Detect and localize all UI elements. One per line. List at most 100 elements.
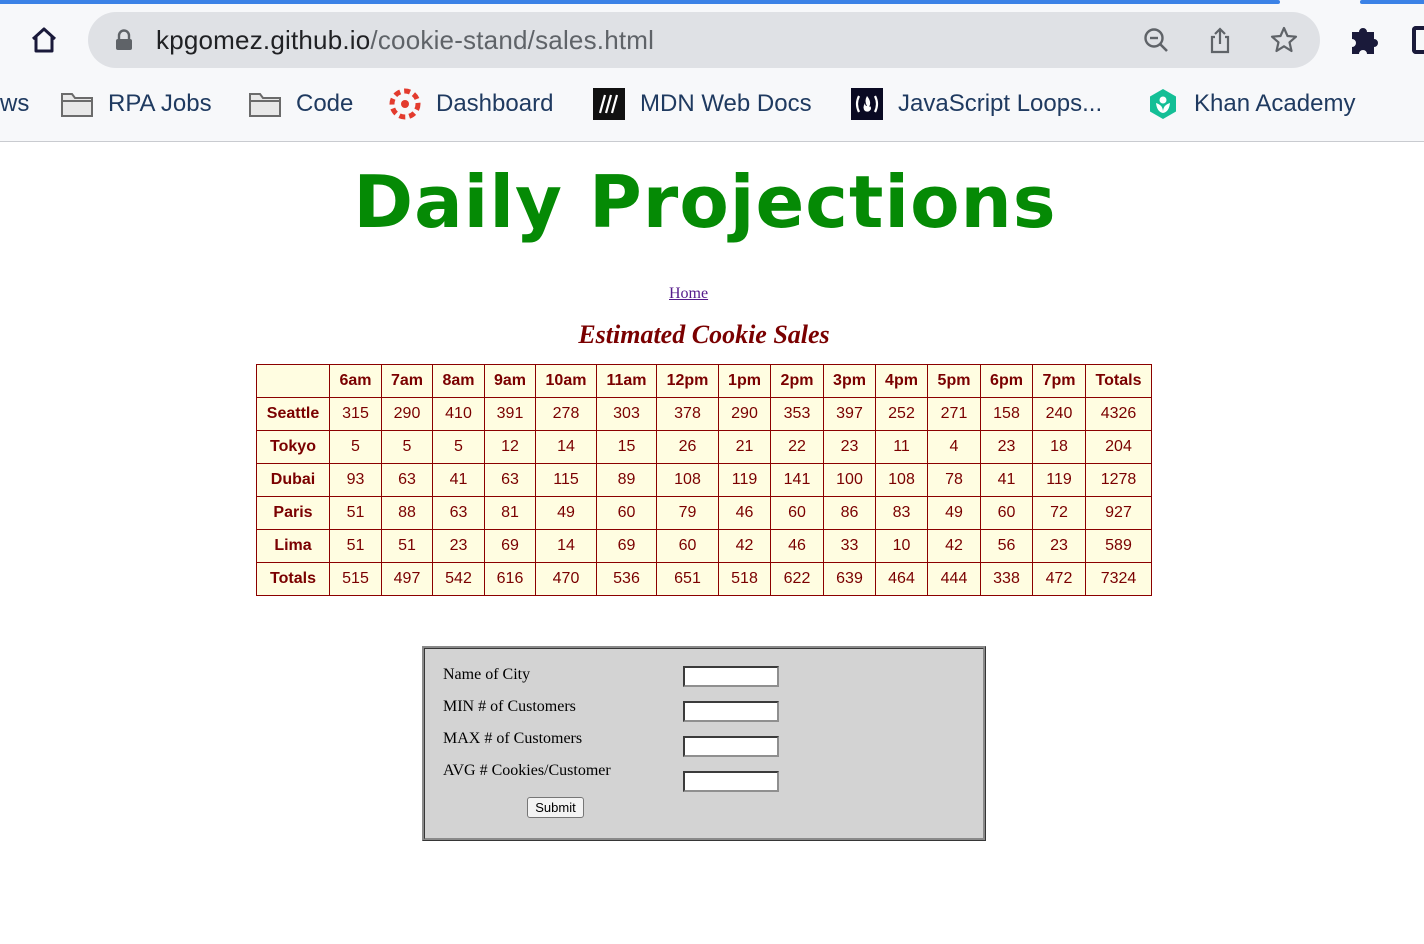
bookmark-label: Dashboard xyxy=(436,90,554,117)
city-name-label: Name of City xyxy=(443,666,531,683)
avg-cookies-input[interactable] xyxy=(683,771,779,792)
tab-strip-edge-right xyxy=(1360,0,1424,4)
table-cell: 278 xyxy=(535,397,597,431)
url-host: kpgomez.github.io xyxy=(156,25,371,55)
header-cell: Totals xyxy=(1085,364,1152,398)
table-cell: 14 xyxy=(535,529,597,563)
city-name-input[interactable] xyxy=(683,666,779,687)
table-cell: 69 xyxy=(596,529,657,563)
table-cell: 42 xyxy=(718,529,771,563)
bookmark-label: RPA Jobs xyxy=(108,90,212,117)
row-city-label: Dubai xyxy=(256,463,330,497)
bookmark-mdn[interactable]: MDN Web Docs xyxy=(592,80,812,128)
totals-row: Totals 515 497 542 616 470 536 651 518 622 639 464 4… xyxy=(256,562,1152,596)
tab-strip-edge xyxy=(0,0,1280,4)
table-cell: 5 xyxy=(329,430,382,464)
table-cell: 100 xyxy=(823,463,876,497)
table-cell: 15 xyxy=(596,430,657,464)
totals-cell: 518 xyxy=(718,562,771,596)
table-cell: 46 xyxy=(718,496,771,530)
table-cell: 21 xyxy=(718,430,771,464)
address-bar[interactable]: kpgomez.github.io/cookie-stand/sales.htm… xyxy=(88,12,1320,68)
header-cell: 9am xyxy=(484,364,536,398)
table-cell: 60 xyxy=(980,496,1033,530)
totals-label: Totals xyxy=(256,562,330,596)
table-cell: 23 xyxy=(432,529,485,563)
url-text[interactable]: kpgomez.github.io/cookie-stand/sales.htm… xyxy=(156,25,654,56)
min-customers-input[interactable] xyxy=(683,701,779,722)
header-cell: 7pm xyxy=(1032,364,1086,398)
bookmark-label: MDN Web Docs xyxy=(640,90,812,117)
table-row: Seattle 315 290 410 391 278 303 378 290 353 397 252… xyxy=(256,397,1152,431)
table-cell: 290 xyxy=(381,397,433,431)
lock-icon xyxy=(116,29,132,50)
page-title: Daily Projections xyxy=(353,160,1057,244)
bookmark-star-button[interactable] xyxy=(1268,24,1300,56)
table-cell: 23 xyxy=(1032,529,1086,563)
bookmark-label: Code xyxy=(296,90,354,117)
home-link[interactable]: Home xyxy=(669,285,708,303)
max-customers-label: MAX # of Customers xyxy=(443,730,583,747)
khan-academy-logo-icon xyxy=(1146,87,1180,121)
table-cell: 11 xyxy=(875,430,928,464)
table-cell: 353 xyxy=(770,397,824,431)
totals-cell: 515 xyxy=(329,562,382,596)
bookmark-code[interactable]: Code xyxy=(248,80,353,128)
table-cell: 108 xyxy=(656,463,719,497)
table-cell: 410 xyxy=(432,397,485,431)
header-cell: 6am xyxy=(329,364,382,398)
table-caption: Estimated Cookie Sales xyxy=(578,320,830,349)
home-button[interactable] xyxy=(28,24,60,56)
share-button[interactable] xyxy=(1204,24,1236,56)
table-cell: 10 xyxy=(875,529,928,563)
table-row: Paris 51 88 63 81 49 60 79 46 60 86 83 49 60 72 927 xyxy=(256,496,1152,530)
table-cell: 89 xyxy=(596,463,657,497)
totals-cell: 464 xyxy=(875,562,928,596)
table-cell: 4326 xyxy=(1085,397,1152,431)
row-city-label: Lima xyxy=(256,529,330,563)
table-cell: 290 xyxy=(718,397,771,431)
bookmark-ws[interactable]: ws xyxy=(0,80,29,128)
zoom-out-button[interactable] xyxy=(1140,24,1172,56)
table-cell: 51 xyxy=(381,529,433,563)
table-cell: 69 xyxy=(484,529,536,563)
table-cell: 378 xyxy=(656,397,719,431)
table-cell: 49 xyxy=(535,496,597,530)
header-cell: 5pm xyxy=(927,364,981,398)
avg-cookies-label: AVG # Cookies/Customer xyxy=(443,762,611,779)
bookmark-javascript-loops[interactable]: JavaScript Loops... xyxy=(850,80,1102,128)
table-cell: 78 xyxy=(927,463,981,497)
table-cell: 927 xyxy=(1085,496,1152,530)
bookmark-khan-academy[interactable]: Khan Academy xyxy=(1146,80,1355,128)
max-customers-input[interactable] xyxy=(683,736,779,757)
table-cell: 204 xyxy=(1085,430,1152,464)
bookmark-rpa-jobs[interactable]: RPA Jobs xyxy=(60,80,212,128)
totals-cell: 639 xyxy=(823,562,876,596)
table-body: Seattle 315 290 410 391 278 303 378 290 353 397 252… xyxy=(256,397,1152,563)
table-row: Tokyo 5 5 5 12 14 15 26 21 22 23 11 4 23 18 204 xyxy=(256,430,1152,464)
side-panel-icon[interactable] xyxy=(1412,26,1424,54)
row-city-label: Tokyo xyxy=(256,430,330,464)
mdn-logo-icon xyxy=(592,87,626,121)
table-cell: 88 xyxy=(381,496,433,530)
header-cell: 11am xyxy=(596,364,657,398)
table-cell: 119 xyxy=(1032,463,1086,497)
sales-table: 6am 7am 8am 9am 10am 11am 12pm 1pm 2pm 3… xyxy=(256,364,1152,596)
table-cell: 51 xyxy=(329,529,382,563)
extensions-puzzle-icon[interactable] xyxy=(1346,22,1382,58)
header-cell xyxy=(256,364,330,398)
row-city-label: Paris xyxy=(256,496,330,530)
table-cell: 41 xyxy=(980,463,1033,497)
folder-icon xyxy=(60,87,94,121)
submit-button[interactable]: Submit xyxy=(527,797,584,818)
header-cell: 2pm xyxy=(770,364,824,398)
totals-cell: 470 xyxy=(535,562,597,596)
table-cell: 26 xyxy=(656,430,719,464)
header-cell: 8am xyxy=(432,364,485,398)
totals-cell: 497 xyxy=(381,562,433,596)
bookmark-dashboard[interactable]: Dashboard xyxy=(388,80,553,128)
header-cell: 12pm xyxy=(656,364,719,398)
min-customers-label: MIN # of Customers xyxy=(443,698,576,715)
table-cell: 33 xyxy=(823,529,876,563)
header-cell: 6pm xyxy=(980,364,1033,398)
